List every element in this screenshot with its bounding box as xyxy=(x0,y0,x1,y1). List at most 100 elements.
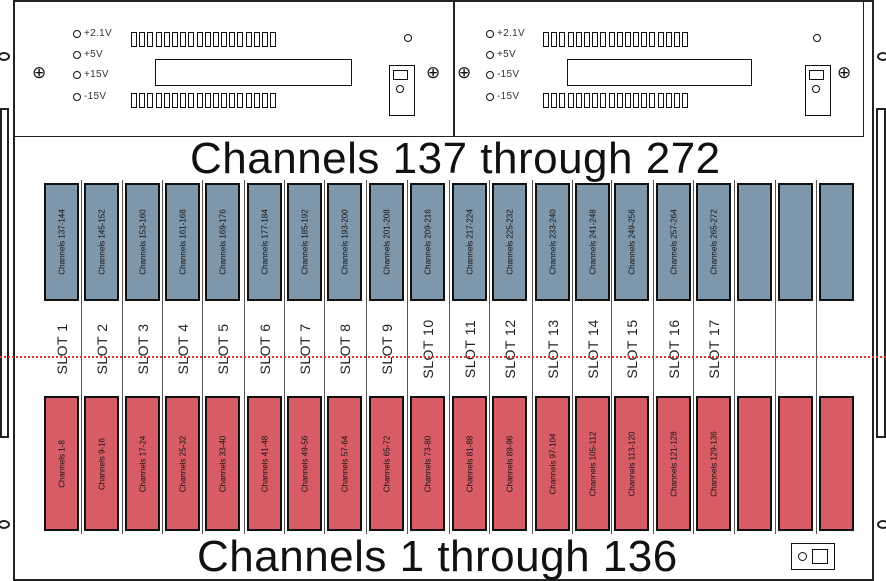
card-label: Channels 249-256 xyxy=(627,209,636,275)
led-icon xyxy=(486,70,494,79)
connector-pin xyxy=(139,93,146,108)
led-icon xyxy=(486,50,494,59)
connector-pin xyxy=(171,93,178,108)
connector-pin xyxy=(188,93,195,108)
card-label: Channels 145-152 xyxy=(97,209,106,275)
top-channels-title: Channels 137 through 272 xyxy=(190,134,721,183)
bottom-channel-card: Channels 97-104 xyxy=(535,396,570,531)
top-channel-card: Channels 153-160 xyxy=(125,183,160,301)
mount-hole-top-right xyxy=(877,52,886,61)
led-icon xyxy=(73,70,81,79)
voltage-led: +15V xyxy=(73,69,109,80)
card-label: Channels 89-96 xyxy=(505,435,514,492)
connector-pin xyxy=(583,32,590,47)
bottom-channel-card: Channels 49-56 xyxy=(287,396,322,531)
top-channel-card: Channels 233-240 xyxy=(535,183,570,301)
voltage-label: -15V xyxy=(497,69,520,80)
chassis-diagram: ⊕ +2.1V +5V +15V -15V ⊕ ⊕ +2.1V +5V -15V… xyxy=(0,0,886,581)
card-label: Channels 41-48 xyxy=(260,435,269,492)
switch-dot-icon xyxy=(812,85,820,93)
connector-pin xyxy=(551,93,558,108)
top-channel-card: Channels 201-208 xyxy=(369,183,404,301)
display-window xyxy=(567,59,752,86)
connector-pin xyxy=(204,32,211,47)
slot-label: SLOT 8 xyxy=(336,323,353,375)
slot-label: SLOT 10 xyxy=(419,319,436,379)
bottom-channel-card: Channels 33-40 xyxy=(205,396,240,531)
bottom-channel-card: Channels 89-96 xyxy=(492,396,527,531)
connector-pin xyxy=(592,32,599,47)
voltage-label: -15V xyxy=(84,91,107,102)
top-channel-card: Channels 257-264 xyxy=(656,183,691,301)
top-channel-card: Channels 161-168 xyxy=(165,183,200,301)
connector-pin xyxy=(237,32,244,47)
voltage-label: +2.1V xyxy=(497,28,525,39)
connector-pin xyxy=(616,32,623,47)
connector-pin xyxy=(139,32,146,47)
card-label: Channels 113-120 xyxy=(627,431,636,496)
bottom-channel-card: Channels 17-24 xyxy=(125,396,160,531)
screw-right-icon: ⊕ xyxy=(837,63,852,82)
connector-pin xyxy=(188,32,195,47)
slot-label: SLOT 2 xyxy=(93,323,110,375)
left-handle-rail xyxy=(0,108,9,438)
connector-pin xyxy=(147,93,154,108)
connector-pin xyxy=(559,93,566,108)
top-channel-card: Channels 265-272 xyxy=(696,183,731,301)
card-label: Channels 57-64 xyxy=(340,435,349,492)
card-label: Channels 49-56 xyxy=(300,435,309,492)
connector-pin xyxy=(543,32,549,47)
slot-label: SLOT 6 xyxy=(256,323,273,375)
connector-bottom xyxy=(131,93,277,108)
voltage-led: -15V xyxy=(486,91,519,102)
connector-pin xyxy=(641,32,648,47)
slot-label: SLOT 7 xyxy=(296,323,313,375)
connector-pin xyxy=(551,32,558,47)
card-label: Channels 97-104 xyxy=(548,433,557,494)
top-channel-card: Channels 241-248 xyxy=(575,183,610,301)
top-channel-card: Channels 145-152 xyxy=(84,183,119,301)
card-label: Channels 65-72 xyxy=(382,435,391,492)
voltage-led: -15V xyxy=(73,91,106,102)
connector-pin xyxy=(608,93,615,108)
bottom-channel-card: Channels 25-32 xyxy=(165,396,200,531)
voltage-label: +5V xyxy=(84,49,103,60)
bottom-channel-card: Channels 129-136 xyxy=(696,396,731,531)
card-label: Channels 161-168 xyxy=(178,209,187,275)
bottom-channel-card: Channels 57-64 xyxy=(327,396,362,531)
indicator-icon xyxy=(813,34,821,42)
connector-pin xyxy=(131,32,137,47)
screw-left-icon: ⊕ xyxy=(457,63,472,82)
top-channel-card: Channels 169-176 xyxy=(205,183,240,301)
card-label: Channels 169-176 xyxy=(218,209,227,275)
power-supply-right: ⊕ +2.1V +5V -15V -15V ⊕ xyxy=(454,1,864,137)
power-supply-left: ⊕ +2.1V +5V +15V -15V ⊕ xyxy=(14,1,454,137)
connector-pin xyxy=(567,32,574,47)
slot-label: SLOT 3 xyxy=(134,323,151,375)
connector-pin xyxy=(583,93,590,108)
connector-pin xyxy=(624,32,631,47)
connector-pin xyxy=(575,32,582,47)
card-label: Channels 209-216 xyxy=(423,209,432,275)
connector-pin xyxy=(600,93,607,108)
power-switch[interactable] xyxy=(805,65,831,116)
connector-pin xyxy=(592,93,599,108)
top-channel-card: Channels 193-200 xyxy=(327,183,362,301)
led-icon xyxy=(486,29,494,38)
power-switch[interactable] xyxy=(389,65,415,116)
top-channel-card: Channels 209-216 xyxy=(410,183,445,301)
card-label: Channels 73-80 xyxy=(423,435,432,492)
card-label: Channels 9-16 xyxy=(97,437,106,490)
connector-pin xyxy=(171,32,178,47)
screw-right-icon: ⊕ xyxy=(426,63,441,82)
connector-pin xyxy=(567,93,574,108)
card-label: Channels 265-272 xyxy=(709,209,718,275)
led-icon xyxy=(73,92,81,101)
connector-pin xyxy=(229,93,236,108)
connector-pin xyxy=(682,93,689,108)
bottom-channel-card xyxy=(737,396,772,531)
bottom-channel-card: Channels 65-72 xyxy=(369,396,404,531)
voltage-label: +15V xyxy=(84,69,109,80)
connector-pin xyxy=(559,32,566,47)
voltage-led: +5V xyxy=(73,49,103,60)
